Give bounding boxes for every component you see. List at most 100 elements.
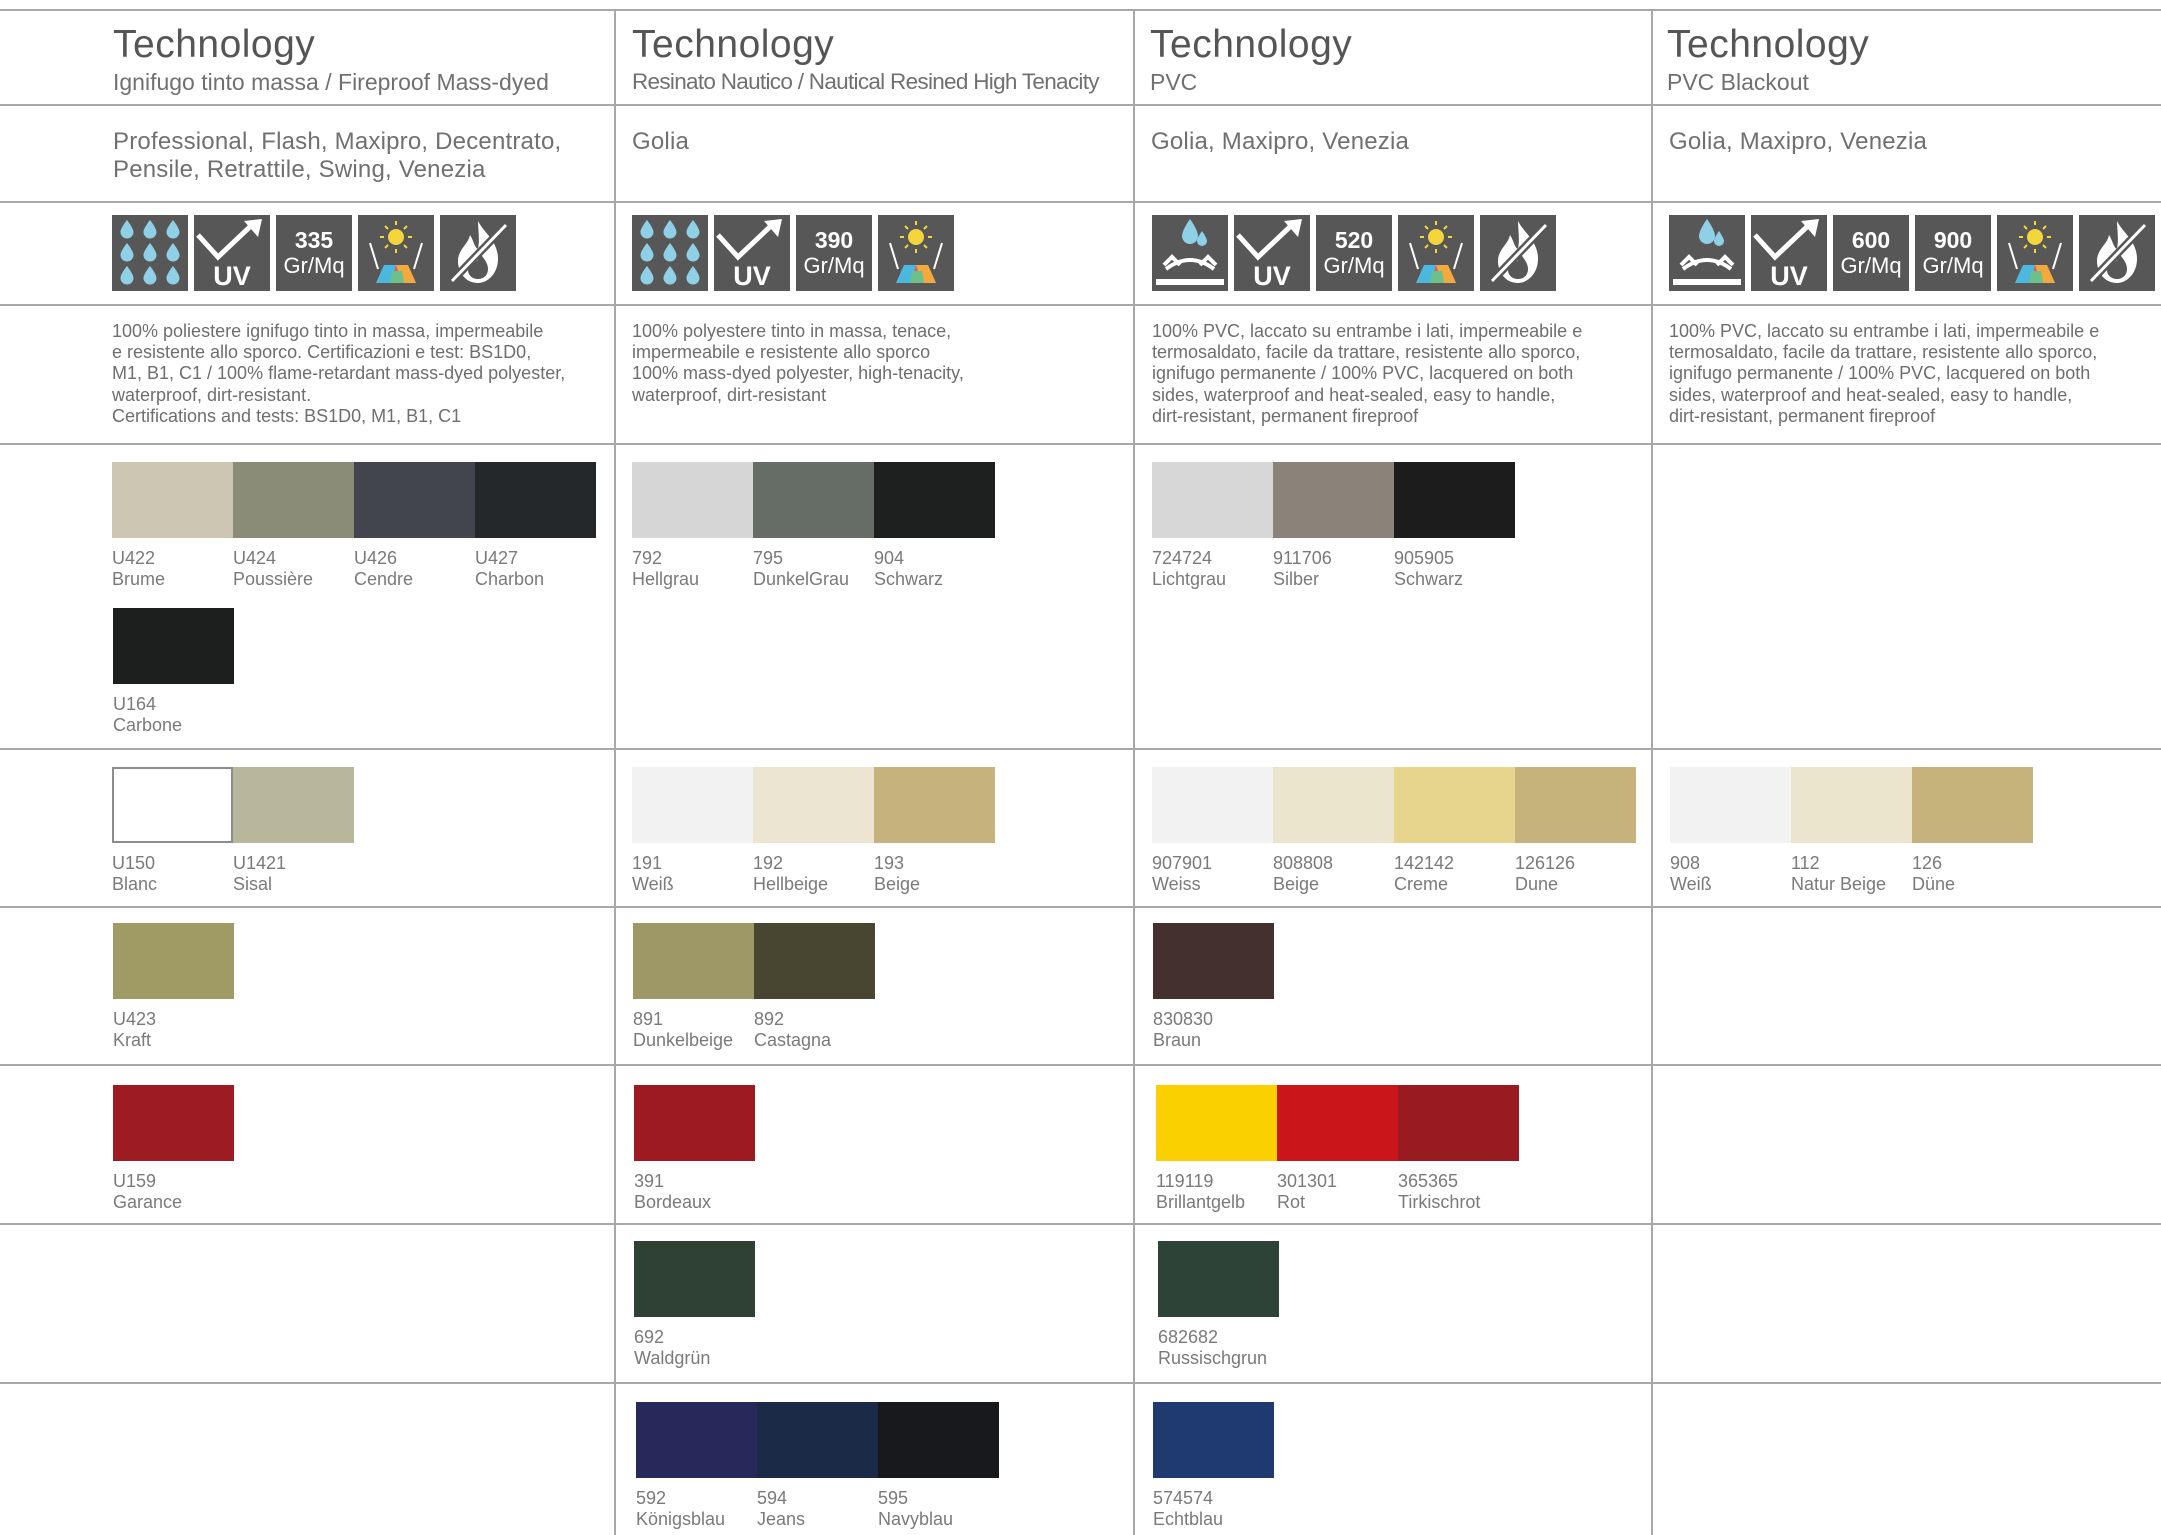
color-swatch: 595 Navyblau <box>878 1402 999 1530</box>
color-swatch: U427 Charbon <box>475 462 596 590</box>
swatch-name: Jeans <box>757 1509 806 1529</box>
swatch-name: Tirkischrot <box>1398 1192 1481 1212</box>
swatch-row: U159 Garance <box>113 1085 234 1213</box>
swatch-code: U422 <box>112 548 156 568</box>
swatch-row: 830830 Braun <box>1153 923 1274 1051</box>
weight-unit: Gr/Mq <box>1922 253 1984 278</box>
column-description: 100% PVC, laccato su entrambe i lati, im… <box>1152 321 1582 427</box>
swatch-name: Weiss <box>1152 874 1201 894</box>
color-swatch: U164 Carbone <box>113 608 234 736</box>
color-swatch: 792 Hellgrau <box>632 462 753 590</box>
swatch-row: 574574 Echtblau <box>1153 1402 1274 1530</box>
swatch-chip <box>636 1402 757 1478</box>
swatch-name: Lichtgrau <box>1152 569 1227 589</box>
swatch-chip <box>757 1402 878 1478</box>
swatch-chip <box>113 1085 234 1161</box>
swatch-code: 192 <box>753 853 784 873</box>
swatch-chip <box>632 767 753 843</box>
swatch-chip <box>634 1085 755 1161</box>
swatch-chip <box>1912 767 2033 843</box>
column-header: Technology Resinato Nautico / Nautical R… <box>632 22 1100 96</box>
column-description: 100% polyestere tinto in massa, tenace, … <box>632 321 964 406</box>
swatch-chip <box>1398 1085 1519 1161</box>
divider <box>0 748 2161 750</box>
swatch-chip <box>753 767 874 843</box>
divider <box>614 10 616 1535</box>
column-subtitle: PVC <box>1150 69 1198 95</box>
swatch-name: Braun <box>1153 1030 1202 1050</box>
description-line: waterproof, dirt-resistant <box>632 384 827 405</box>
color-swatch: 119119 Brillantgelb <box>1156 1085 1277 1213</box>
swatch-name: Echtblau <box>1153 1509 1224 1529</box>
swatch-name: Schwarz <box>1394 569 1464 589</box>
swatch-chip <box>233 767 354 843</box>
divider <box>1133 10 1135 1535</box>
color-swatch: 126 Düne <box>1912 767 2033 895</box>
swatch-name: Garance <box>113 1192 183 1212</box>
divider <box>0 104 2161 106</box>
color-swatch: U150 Blanc <box>112 767 233 895</box>
swatch-chip <box>878 1402 999 1478</box>
swatch-code: U423 <box>113 1009 157 1029</box>
swatch-name: Charbon <box>475 569 545 589</box>
swatch-chip <box>874 767 995 843</box>
swatch-code: 792 <box>632 548 663 568</box>
swatch-chip <box>475 462 596 538</box>
swatch-code: 126126 <box>1515 853 1576 873</box>
color-swatch: U424 Poussière <box>233 462 354 590</box>
swatch-name: Beige <box>874 874 921 894</box>
swatch-code: U427 <box>475 548 519 568</box>
swatch-name: Waldgrün <box>634 1348 711 1368</box>
swatch-code: U426 <box>354 548 398 568</box>
waterproof-icon <box>1669 215 1745 291</box>
swatch-name: Russischgrun <box>1158 1348 1268 1368</box>
colorfast-icon <box>1997 215 2073 291</box>
description-line: ignifugo permanente / 100% PVC, lacquere… <box>1152 363 1574 384</box>
swatch-code: 905905 <box>1394 548 1455 568</box>
swatch-row: 391 Bordeaux <box>634 1085 755 1213</box>
swatch-name: Brume <box>112 569 166 589</box>
models-list: Golia, Maxipro, Venezia <box>1151 128 1409 156</box>
swatch-code: 908 <box>1670 853 1701 873</box>
color-swatch: 808808 Beige <box>1273 767 1394 895</box>
swatch-name: Poussière <box>233 569 314 589</box>
column-title: Technology <box>1150 23 1353 66</box>
weight-icon: 900 Gr/Mq <box>1915 215 1991 291</box>
swatch-name: Beige <box>1273 874 1320 894</box>
swatch-chip <box>753 462 874 538</box>
swatch-code: 119119 <box>1156 1171 1214 1191</box>
weight-value: 390 <box>814 227 854 253</box>
column-description: 100% PVC, laccato su entrambe i lati, im… <box>1669 321 2099 427</box>
swatch-code: 191 <box>632 853 663 873</box>
swatch-row: U422 Brume U424 Poussière U426 Cendre U427 Char… <box>112 462 596 590</box>
swatch-chip <box>1670 767 1791 843</box>
swatch-code: 594 <box>757 1488 788 1508</box>
models-line: Professional, Flash, Maxipro, Decentrato… <box>113 128 562 155</box>
swatch-code: U424 <box>233 548 277 568</box>
swatch-name: DunkelGrau <box>753 569 850 589</box>
colorfast-icon <box>358 215 434 291</box>
swatch-name: Düne <box>1912 874 1956 894</box>
weight-icon: 520 Gr/Mq <box>1316 215 1392 291</box>
swatch-name: Schwarz <box>874 569 944 589</box>
water-repellent-icon <box>112 215 188 291</box>
swatch-code: 907901 <box>1152 853 1213 873</box>
description-line: 100% PVC, laccato su entrambe i lati, im… <box>1669 321 2100 341</box>
swatch-chip <box>354 462 475 538</box>
color-swatch: 192 Hellbeige <box>753 767 874 895</box>
weight-unit: Gr/Mq <box>803 253 865 278</box>
description-line: 100% mass-dyed polyester, high-tenacity, <box>632 363 964 384</box>
swatch-code: 830830 <box>1153 1009 1214 1029</box>
color-swatch: U426 Cendre <box>354 462 475 590</box>
weight-value: 520 <box>1334 227 1374 253</box>
swatch-code: 391 <box>634 1171 665 1191</box>
swatch-name: Hellbeige <box>753 874 829 894</box>
swatch-name: Creme <box>1394 874 1449 894</box>
swatch-name: Dune <box>1515 874 1559 894</box>
description-line: termosaldato, facile da trattare, resist… <box>1152 342 1581 363</box>
swatch-chip <box>1158 1241 1279 1317</box>
swatch-chip <box>1273 767 1394 843</box>
description-line: ignifugo permanente / 100% PVC, lacquere… <box>1669 363 2091 384</box>
swatch-row: 119119 Brillantgelb 301301 Rot 365365 Tirkisc… <box>1156 1085 1519 1213</box>
swatch-name: Blanc <box>112 874 158 894</box>
